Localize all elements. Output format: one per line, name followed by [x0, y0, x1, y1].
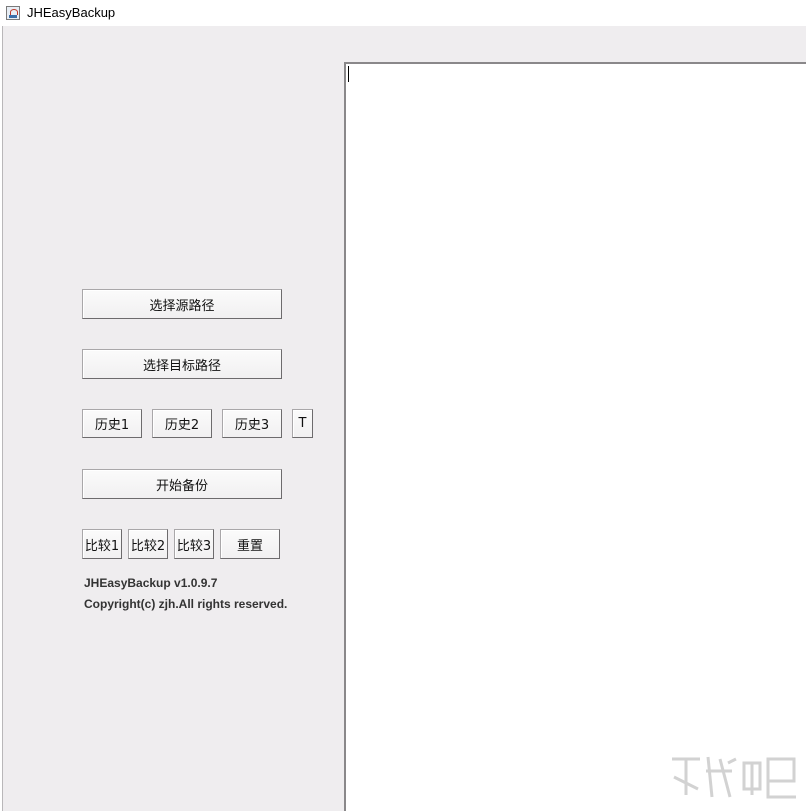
watermark-logo — [672, 756, 796, 799]
history-2-button[interactable]: 历史2 — [152, 409, 212, 438]
copyright-label: Copyright(c) zjh.All rights reserved. — [84, 597, 288, 611]
t-button[interactable]: T — [292, 409, 313, 438]
select-source-path-button[interactable]: 选择源路径 — [82, 289, 282, 319]
compare-2-button[interactable]: 比较2 — [128, 529, 168, 559]
reset-button[interactable]: 重置 — [220, 529, 280, 559]
history-3-button[interactable]: 历史3 — [222, 409, 282, 438]
log-text-area[interactable] — [344, 62, 806, 811]
main-panel: 选择源路径 选择目标路径 历史1 历史2 历史3 T 开始备份 比较1 比较2 … — [2, 26, 806, 811]
version-label: JHEasyBackup v1.0.9.7 — [84, 576, 218, 590]
history-1-button[interactable]: 历史1 — [82, 409, 142, 438]
compare-1-button[interactable]: 比较1 — [82, 529, 122, 559]
text-caret — [348, 66, 349, 82]
title-bar: JHEasyBackup — [0, 0, 806, 26]
window-title: JHEasyBackup — [27, 5, 116, 20]
start-backup-button[interactable]: 开始备份 — [82, 469, 282, 499]
compare-3-button[interactable]: 比较3 — [174, 529, 214, 559]
select-target-path-button[interactable]: 选择目标路径 — [82, 349, 282, 379]
java-cup-icon[interactable] — [6, 6, 20, 20]
